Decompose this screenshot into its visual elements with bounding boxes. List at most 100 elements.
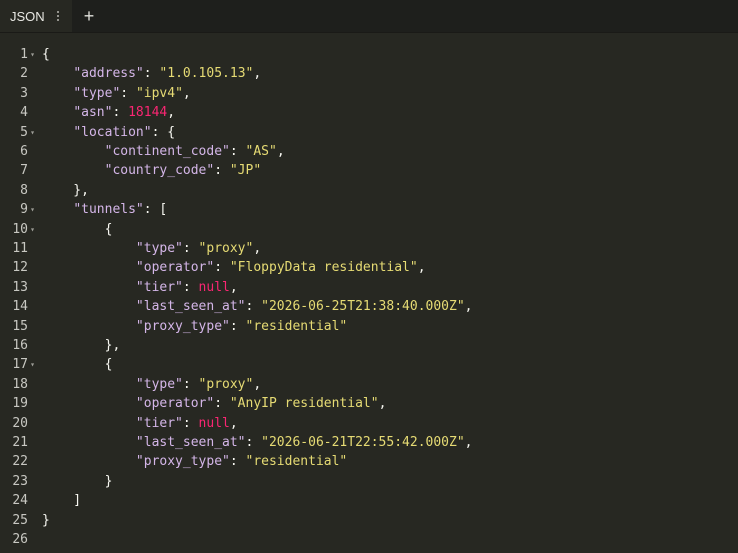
json-string: "proxy" [198, 241, 254, 256]
gutter-line: 26 [0, 530, 36, 549]
code-punctuation: , [253, 66, 262, 82]
code-punctuation: : [214, 396, 230, 412]
json-key: "address" [73, 66, 144, 82]
caret-down-icon[interactable]: ▾ [30, 200, 35, 219]
code-line: "tunnels": [ [42, 200, 167, 219]
code-punctuation: : [182, 279, 199, 295]
code-punctuation: ] [42, 493, 82, 509]
json-key: "type" [135, 376, 183, 392]
code-line: "operator": "FloppyData residential", [42, 258, 426, 277]
code-line: "country_code": "JP" [42, 161, 262, 180]
gutter-line: 7 [0, 161, 36, 180]
code-punctuation: , [182, 85, 191, 101]
line-number: 4 [20, 105, 28, 121]
code-punctuation [42, 435, 136, 450]
code-punctuation: : [229, 454, 246, 470]
code-punctuation: }, [42, 338, 121, 353]
line-number: 23 [12, 473, 28, 489]
line-number: 21 [12, 435, 28, 450]
json-string: "2026-06-21T22:55:42.000Z" [261, 435, 465, 450]
code-editor[interactable]: 1 ▾ 2 3 4 5 ▾ 6 7 8 9 ▾ 10 ▾ 11 12 13 14 15 16 17 ▾ 18 19 20 21 22… [0, 33, 738, 553]
code-punctuation: , [464, 435, 473, 450]
gutter-line: 13 [0, 278, 36, 297]
line-number: 17 [12, 357, 28, 373]
code-punctuation: : [182, 241, 199, 256]
json-key: "type" [73, 85, 121, 101]
json-string: "FloppyData residential" [229, 260, 418, 276]
gutter-line: 17 ▾ [0, 355, 36, 374]
code-punctuation: : [245, 299, 262, 315]
code-line: { [42, 45, 50, 64]
tab-json[interactable]: JSON [0, 0, 72, 32]
json-key: "operator" [135, 260, 215, 276]
line-number: 11 [12, 241, 28, 256]
code-content[interactable]: { "address": "1.0.105.13", "type": "ipv4… [42, 33, 732, 553]
code-punctuation [42, 105, 73, 120]
code-line: "address": "1.0.105.13", [42, 64, 261, 83]
code-punctuation: { [42, 357, 113, 373]
code-punctuation: , [276, 144, 285, 159]
line-number: 5 [20, 124, 28, 140]
code-punctuation: : [229, 318, 246, 334]
code-punctuation [42, 396, 136, 411]
code-punctuation: : [143, 66, 160, 82]
code-punctuation [42, 144, 105, 159]
code-line: } [42, 472, 113, 491]
code-punctuation [42, 319, 136, 334]
ellipsis-dot [57, 11, 59, 13]
json-key: "operator" [135, 396, 215, 412]
code-punctuation [42, 163, 105, 178]
line-number: 12 [12, 260, 28, 276]
code-punctuation: : [182, 415, 199, 431]
caret-down-icon[interactable]: ▾ [30, 45, 35, 64]
code-line: "last_seen_at": "2026-06-25T21:38:40.000… [42, 297, 473, 316]
code-line: "operator": "AnyIP residential", [42, 394, 386, 413]
code-punctuation [42, 260, 136, 275]
line-number: 25 [12, 512, 28, 528]
code-punctuation: { [42, 47, 50, 62]
gutter-line: 10 ▾ [0, 220, 36, 239]
code-punctuation: : { [151, 124, 176, 140]
json-key: "asn" [73, 105, 113, 121]
code-line: } [42, 511, 50, 530]
code-line: "tier": null, [42, 414, 238, 433]
code-line: "type": "ipv4", [42, 84, 191, 103]
line-number: 9 [20, 202, 28, 218]
caret-down-icon[interactable]: ▾ [30, 355, 35, 374]
vertical-ellipsis-icon[interactable] [54, 8, 62, 24]
json-key: "location" [73, 124, 152, 140]
plus-icon[interactable]: + [80, 6, 98, 26]
gutter-line: 4 [0, 103, 36, 122]
line-number: 26 [12, 532, 28, 547]
caret-down-icon[interactable]: ▾ [30, 123, 35, 142]
code-punctuation: : [214, 163, 230, 179]
json-key: "tier" [135, 415, 183, 431]
line-number: 15 [12, 318, 28, 334]
line-number: 14 [12, 299, 28, 315]
gutter-line: 23 [0, 472, 36, 491]
gutter-line: 15 [0, 317, 36, 336]
json-key: "tunnels" [73, 202, 144, 218]
code-punctuation [42, 86, 73, 101]
json-string: "proxy" [198, 376, 254, 392]
gutter-line: 20 [0, 414, 36, 433]
gutter-line: 14 [0, 297, 36, 316]
code-line: "asn": 18144, [42, 103, 175, 122]
code-line: "proxy_type": "residential" [42, 317, 347, 336]
code-punctuation: , [417, 260, 426, 276]
json-string: "AnyIP residential" [229, 396, 379, 412]
code-punctuation: : [112, 105, 129, 121]
json-key: "proxy_type" [135, 454, 230, 470]
line-number: 8 [20, 182, 28, 198]
gutter-line: 6 [0, 142, 36, 161]
gutter-line: 22 [0, 452, 36, 471]
code-punctuation: } [42, 473, 113, 489]
code-punctuation: : [120, 85, 136, 101]
tab-label: JSON [10, 8, 45, 24]
line-number: 19 [12, 396, 28, 412]
json-string: "ipv4" [135, 85, 183, 101]
code-punctuation [42, 416, 136, 431]
caret-down-icon[interactable]: ▾ [30, 220, 35, 239]
gutter-line: 2 [0, 64, 36, 83]
code-punctuation: { [42, 221, 113, 237]
